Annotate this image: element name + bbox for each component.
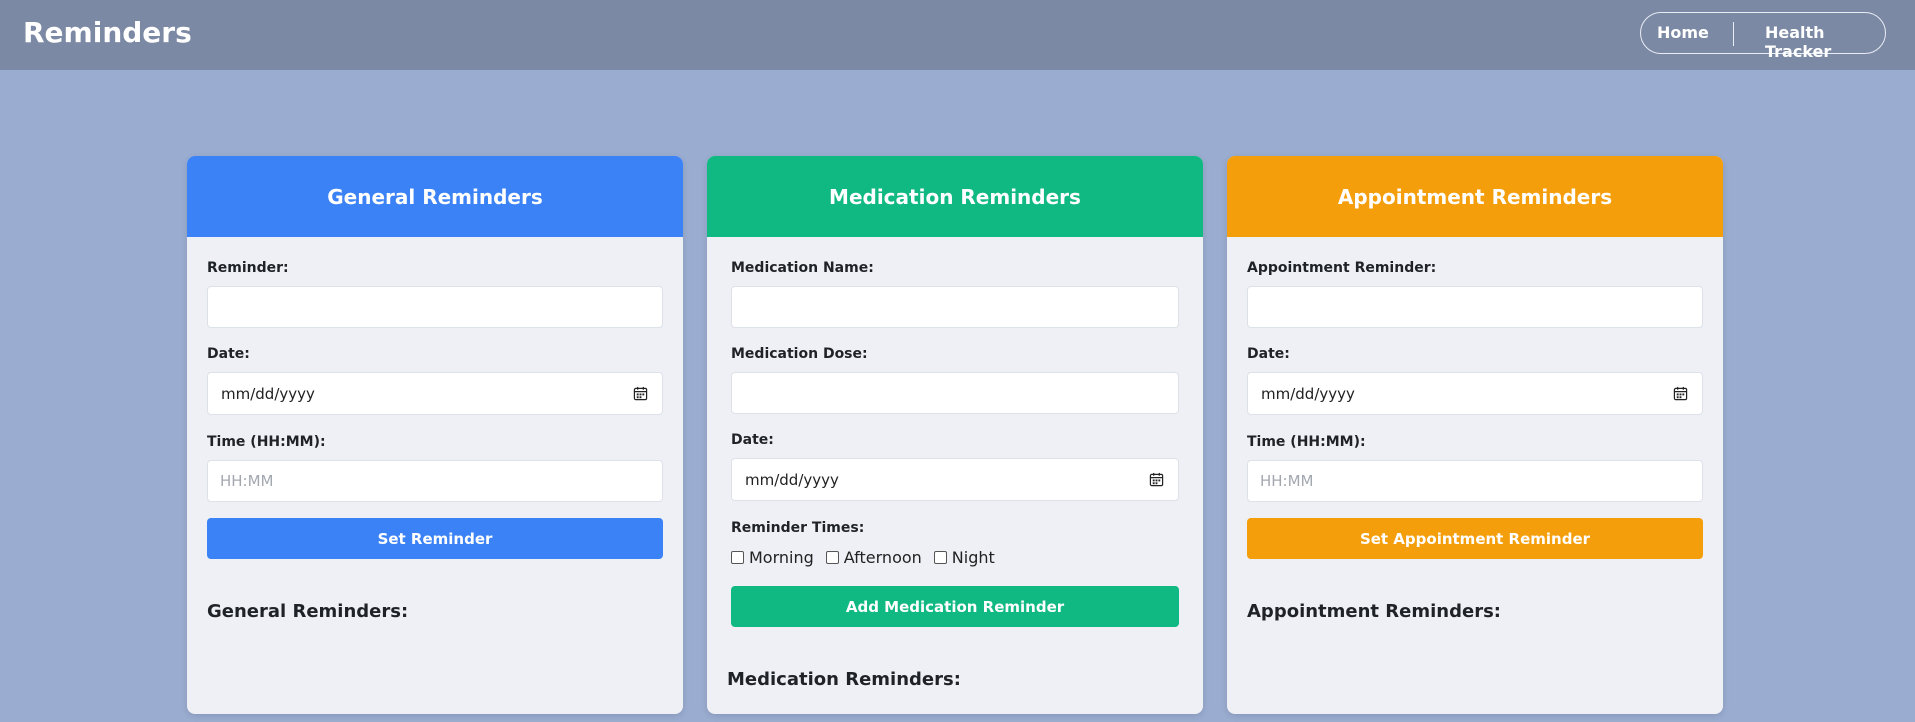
calendar-icon[interactable] bbox=[633, 386, 648, 401]
top-bar: Reminders Home Health Tracker bbox=[0, 0, 1915, 70]
night-checkbox[interactable] bbox=[933, 551, 947, 564]
calendar-icon[interactable] bbox=[1673, 386, 1688, 401]
medication-dose-label: Medication Dose: bbox=[731, 346, 868, 362]
general-reminders-card: General Reminders Reminder: Date: mm/dd/… bbox=[187, 156, 683, 714]
add-medication-reminder-button[interactable]: Add Medication Reminder bbox=[731, 586, 1179, 627]
medication-dose-input[interactable] bbox=[731, 372, 1179, 414]
medication-date-input[interactable]: mm/dd/yyyy bbox=[731, 458, 1179, 501]
morning-option[interactable]: Morning bbox=[731, 548, 814, 567]
general-reminders-list-heading: General Reminders: bbox=[207, 601, 409, 622]
appointment-reminders-list-heading: Appointment Reminders: bbox=[1247, 601, 1501, 622]
appointment-time-input[interactable] bbox=[1247, 460, 1703, 502]
set-appointment-reminder-button[interactable]: Set Appointment Reminder bbox=[1247, 518, 1703, 559]
medication-reminders-card: Medication Reminders Medication Name: Me… bbox=[707, 156, 1203, 714]
general-date-input[interactable]: mm/dd/yyyy bbox=[207, 372, 663, 415]
medication-name-input[interactable] bbox=[731, 286, 1179, 328]
morning-checkbox[interactable] bbox=[731, 551, 744, 564]
medication-reminders-list-heading: Medication Reminders: bbox=[727, 669, 961, 690]
appointment-reminder-label: Appointment Reminder: bbox=[1247, 260, 1437, 276]
appointment-reminder-input[interactable] bbox=[1247, 286, 1703, 328]
appointment-time-label: Time (HH:MM): bbox=[1247, 434, 1366, 450]
appointment-date-label: Date: bbox=[1247, 346, 1290, 362]
night-label: Night bbox=[951, 548, 995, 567]
calendar-icon[interactable] bbox=[1149, 472, 1164, 487]
general-time-input[interactable] bbox=[207, 460, 663, 502]
appointment-date-placeholder: mm/dd/yyyy bbox=[1261, 384, 1355, 403]
set-reminder-button[interactable]: Set Reminder bbox=[207, 518, 663, 559]
afternoon-checkbox[interactable] bbox=[825, 551, 839, 564]
night-option[interactable]: Night bbox=[933, 548, 995, 567]
general-time-label: Time (HH:MM): bbox=[207, 434, 326, 450]
morning-label: Morning bbox=[749, 548, 814, 567]
reminder-times-label: Reminder Times: bbox=[731, 520, 865, 536]
nav-divider bbox=[1733, 22, 1734, 46]
nav-menu: Home Health Tracker bbox=[1640, 12, 1886, 61]
appointment-card-header: Appointment Reminders bbox=[1227, 156, 1723, 237]
nav-home-link[interactable]: Home bbox=[1657, 23, 1709, 42]
afternoon-label: Afternoon bbox=[843, 548, 922, 567]
nav-health-tracker-link[interactable]: Health Tracker bbox=[1765, 23, 1885, 61]
medication-date-label: Date: bbox=[731, 432, 774, 448]
medication-card-header: Medication Reminders bbox=[707, 156, 1203, 237]
reminder-times-group: Morning Afternoon Night bbox=[731, 548, 1007, 567]
appointment-reminders-card: Appointment Reminders Appointment Remind… bbox=[1227, 156, 1723, 714]
medication-name-label: Medication Name: bbox=[731, 260, 874, 276]
general-date-label: Date: bbox=[207, 346, 250, 362]
reminder-label: Reminder: bbox=[207, 260, 289, 276]
general-card-header: General Reminders bbox=[187, 156, 683, 237]
reminder-input[interactable] bbox=[207, 286, 663, 328]
afternoon-option[interactable]: Afternoon bbox=[825, 548, 922, 567]
medication-date-placeholder: mm/dd/yyyy bbox=[745, 470, 839, 489]
appointment-date-input[interactable]: mm/dd/yyyy bbox=[1247, 372, 1703, 415]
page-title: Reminders bbox=[23, 16, 192, 49]
general-date-placeholder: mm/dd/yyyy bbox=[221, 384, 315, 403]
